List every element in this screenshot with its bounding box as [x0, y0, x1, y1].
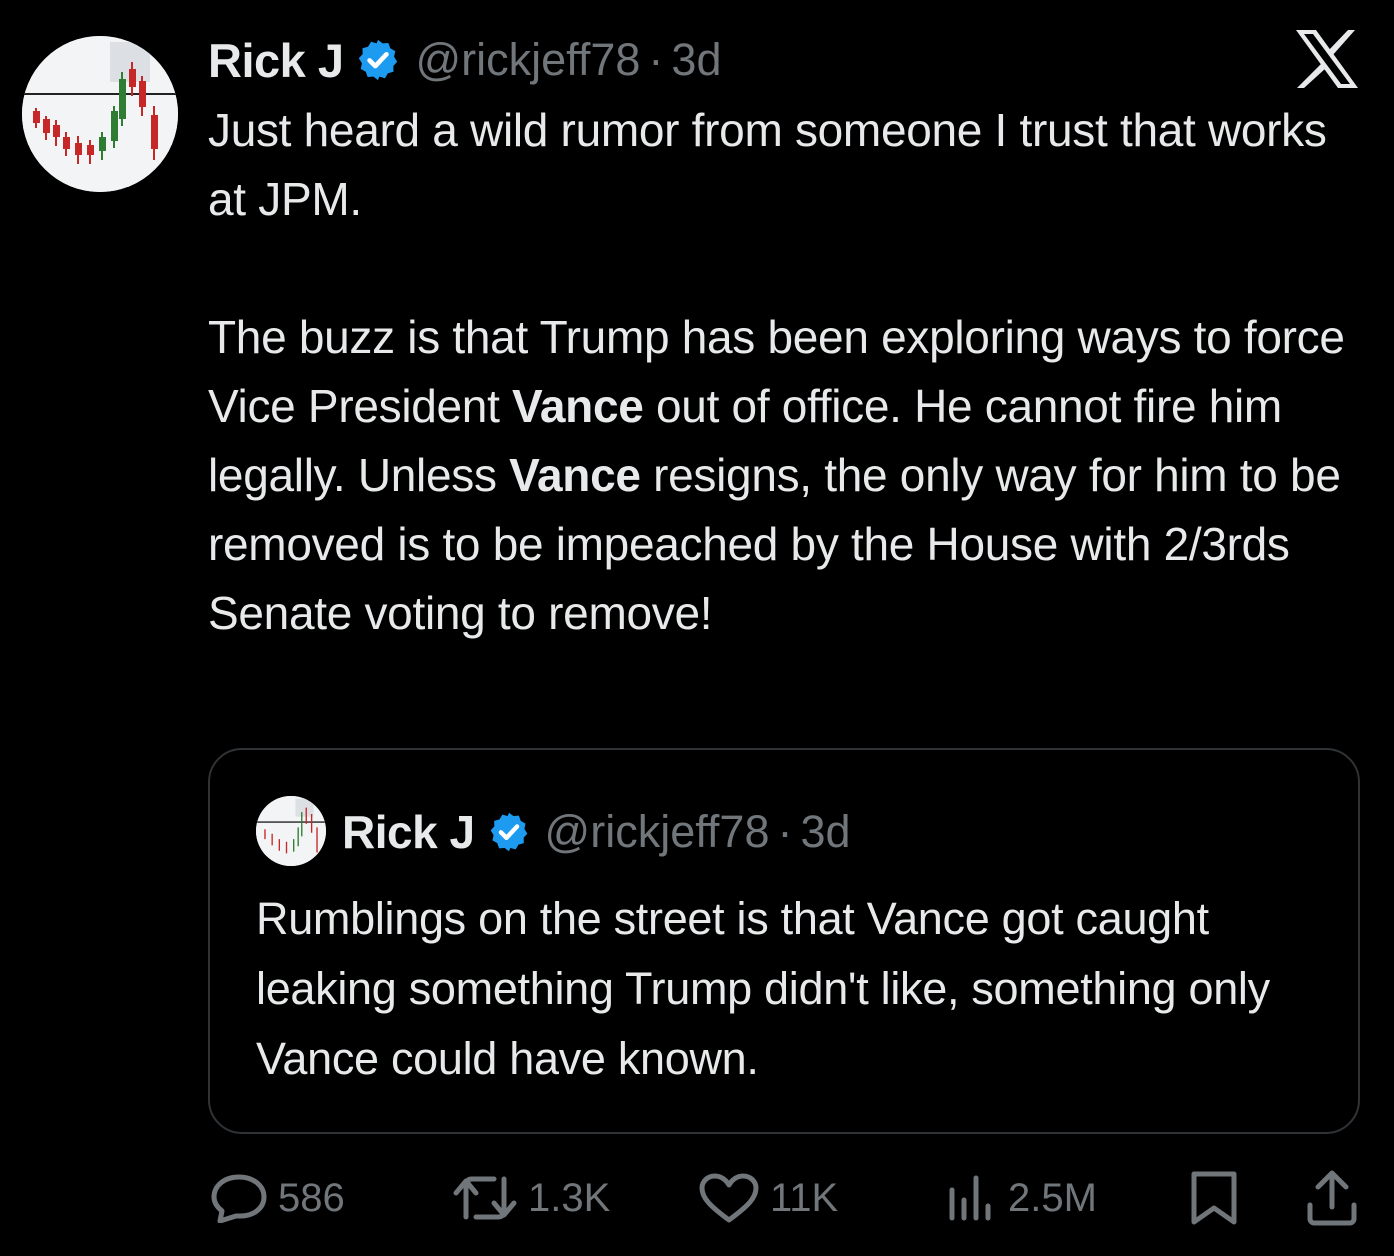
repost-count: 1.3K — [528, 1175, 611, 1220]
tweet-timestamp[interactable]: 3d — [671, 34, 721, 86]
tweet: Rick J @rickjeff78 · 3d Just heard a wil… — [0, 0, 1394, 1256]
candlestick-avatar-image — [22, 36, 178, 192]
like-button[interactable]: 11K — [698, 1166, 838, 1230]
bookmark-icon — [1191, 1171, 1237, 1225]
tweet-body: Just heard a wild rumor from someone I t… — [208, 96, 1368, 648]
views-button[interactable]: 2.5M — [946, 1166, 1097, 1230]
verified-badge-icon — [355, 37, 401, 83]
quoted-header-separator: · — [777, 806, 793, 857]
quoted-author-avatar[interactable] — [256, 796, 326, 866]
reply-count: 586 — [278, 1175, 345, 1220]
tweet-paragraph-2: The buzz is that Trump has been explorin… — [208, 303, 1368, 648]
quoted-tweet-card[interactable]: Rick J @rickjeff78 · 3d Rumblings on the… — [208, 748, 1360, 1134]
tweet-bold-keyword: Vance — [512, 380, 644, 432]
author-name[interactable]: Rick J — [208, 33, 344, 88]
share-button[interactable] — [1304, 1166, 1360, 1230]
author-handle[interactable]: @rickjeff78 — [415, 34, 640, 86]
tweet-action-bar: 586 1.3K 11K 2.5M — [208, 1166, 1368, 1230]
header-separator: · — [648, 34, 664, 85]
repost-button[interactable]: 1.3K — [452, 1166, 610, 1230]
tweet-bold-keyword: Vance — [509, 449, 641, 501]
reply-button[interactable]: 586 — [210, 1166, 345, 1230]
like-count: 11K — [770, 1175, 839, 1220]
bookmark-button[interactable] — [1188, 1166, 1240, 1230]
quoted-tweet-timestamp[interactable]: 3d — [800, 806, 850, 858]
reply-icon — [211, 1174, 267, 1223]
x-logo-icon — [1296, 30, 1358, 88]
repost-icon — [453, 1176, 517, 1220]
views-count: 2.5M — [1008, 1175, 1097, 1220]
tweet-paragraph-1: Just heard a wild rumor from someone I t… — [208, 104, 1327, 225]
quoted-tweet-header: Rick J @rickjeff78 · 3d — [342, 802, 851, 862]
share-icon — [1307, 1170, 1357, 1226]
quoted-author-handle[interactable]: @rickjeff78 — [545, 806, 770, 858]
tweet-header: Rick J @rickjeff78 · 3d — [208, 30, 721, 90]
views-icon — [949, 1175, 991, 1221]
heart-icon — [699, 1173, 759, 1223]
candlestick-avatar-image — [256, 796, 326, 866]
quoted-author-name[interactable]: Rick J — [342, 805, 475, 859]
quoted-tweet-text: Rumblings on the street is that Vance go… — [256, 893, 1270, 1084]
verified-badge-icon — [487, 810, 531, 854]
author-avatar[interactable] — [22, 36, 178, 192]
